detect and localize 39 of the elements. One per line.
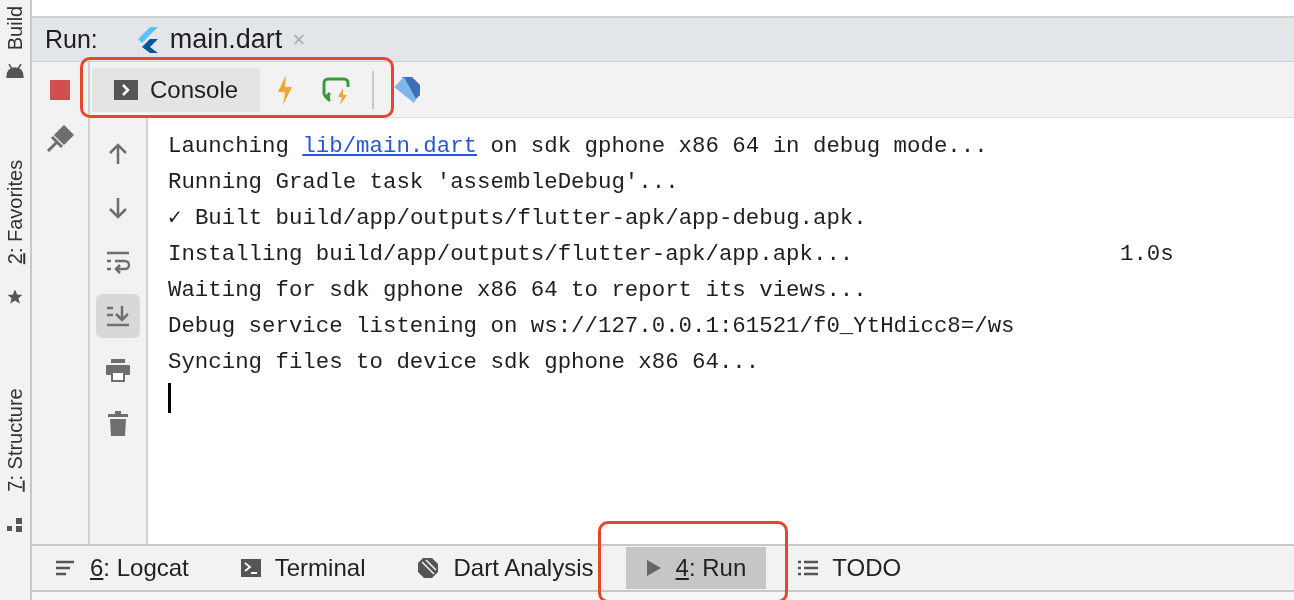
text-cursor	[168, 383, 171, 413]
arrow-up-icon	[107, 142, 129, 166]
android-icon	[5, 64, 25, 78]
printer-icon	[105, 358, 131, 382]
arrow-down-icon	[107, 196, 129, 220]
scroll-to-end-icon	[105, 304, 131, 328]
dart-devtools-icon[interactable]	[394, 76, 421, 103]
side-tab[interactable]: 2: Favorites	[0, 159, 30, 265]
soft-wrap-icon	[105, 250, 131, 274]
console-line: Syncing files to device sdk gphone x86 64...	[168, 348, 760, 378]
terminal-icon	[240, 559, 261, 577]
tool-window-tab[interactable]: Terminal	[220, 547, 386, 589]
console-line: Installing build/app/outputs/flutter-apk/app.apk...	[168, 240, 855, 270]
console-line: ✓ Built build/app/outputs/flutter-apk/app-debug.apk.	[168, 204, 867, 234]
tool-window-tab[interactable]: 4: Run	[625, 547, 767, 589]
structure-icon	[7, 516, 23, 532]
pin-icon[interactable]	[46, 125, 74, 153]
list-icon	[798, 560, 819, 576]
dart-icon	[417, 557, 440, 579]
trash-icon	[107, 411, 129, 437]
console-action-button[interactable]	[96, 294, 140, 338]
console-line: Waiting for sdk gphone x86 64 to report its views...	[168, 276, 867, 306]
duration-label: 1.0s	[1120, 240, 1174, 270]
tool-window-tab[interactable]: 6: Logcat	[36, 547, 209, 589]
run-tab[interactable]: main.dart ×	[135, 19, 306, 60]
lines-icon	[56, 560, 76, 576]
tool-window-tab[interactable]: TODO	[778, 547, 922, 589]
console-line: Launching lib/main.dart on sdk gphone x86 64 in debug mode...	[168, 132, 988, 162]
star-icon	[6, 288, 24, 306]
run-label: Run:	[45, 23, 98, 55]
tool-window-tab[interactable]: Dart Analysis	[397, 547, 614, 589]
console-line: Running Gradle task 'assembleDebug'...	[168, 168, 679, 198]
console-line: Debug service listening on ws://127.0.0.1:61521/f0_YtHdicc8=/ws	[168, 312, 1015, 342]
side-tab[interactable]: 7: Structure	[0, 388, 30, 492]
console-tab[interactable]: Console	[92, 67, 261, 112]
play-icon	[645, 559, 662, 577]
file-link[interactable]: lib/main.dart	[302, 133, 478, 160]
side-tab[interactable]: Build	[0, 5, 30, 51]
console-icon	[114, 79, 138, 100]
